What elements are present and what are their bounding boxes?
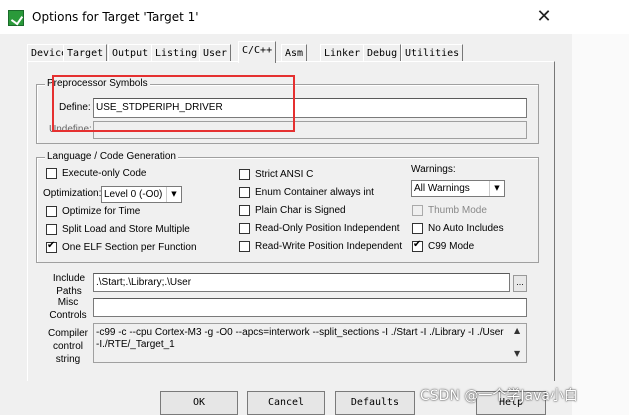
compiler-label-line3: string: [55, 354, 81, 365]
execute-only-checkbox[interactable]: Execute-only Code: [46, 168, 147, 179]
thumb-mode-label: Thumb Mode: [428, 205, 487, 216]
compiler-string-line2: -I./RTE/_Target_1: [96, 339, 175, 350]
misc-label-line1: Misc: [57, 297, 79, 308]
defaults-button[interactable]: Defaults: [335, 391, 415, 415]
enum-container-checkbox[interactable]: Enum Container always int: [239, 187, 374, 198]
execute-only-label: Execute-only Code: [62, 168, 147, 179]
warnings-value: All Warnings: [414, 183, 470, 194]
optimization-value: Level 0 (-O0): [104, 189, 163, 200]
split-load-checkbox[interactable]: Split Load and Store Multiple: [46, 224, 190, 235]
checkbox-box: [46, 224, 57, 235]
checkbox-box: [239, 205, 250, 216]
checkbox-box: [46, 168, 57, 179]
plain-char-checkbox[interactable]: Plain Char is Signed: [239, 205, 346, 216]
tab-user[interactable]: User: [199, 44, 232, 62]
include-paths-input[interactable]: .\Start;.\Library;.\User: [93, 273, 510, 292]
tab-listing[interactable]: Listing: [151, 44, 202, 62]
keil-app-icon: [8, 10, 24, 26]
ro-pi-checkbox[interactable]: Read-Only Position Independent: [239, 223, 400, 234]
ro-pi-label: Read-Only Position Independent: [255, 223, 400, 234]
background-area: [572, 0, 629, 415]
compiler-label-line1: Compiler: [47, 328, 88, 339]
c99-mode-label: C99 Mode: [428, 241, 475, 252]
no-auto-includes-label: No Auto Includes: [428, 223, 504, 234]
checkbox-box: [239, 241, 250, 252]
no-auto-includes-checkbox[interactable]: No Auto Includes: [412, 223, 504, 234]
tab-utilities[interactable]: Utilities: [401, 44, 464, 62]
thumb-mode-checkbox[interactable]: Thumb Mode: [412, 205, 487, 216]
include-label-line1: Include: [52, 273, 86, 284]
optimization-select[interactable]: Level 0 (-O0) ▼: [101, 186, 182, 203]
rw-pi-label: Read-Write Position Independent: [255, 241, 403, 252]
checkbox-box: [239, 187, 250, 198]
dropdown-arrow-icon: ▼: [166, 187, 181, 202]
title-bar: Options for Target 'Target 1' ✕: [0, 0, 629, 34]
browse-include-button[interactable]: ...: [513, 275, 527, 292]
compiler-control-label: Compiler control string: [45, 327, 91, 366]
checkbox-box-checked: [46, 240, 57, 253]
misc-controls-input[interactable]: [93, 298, 527, 317]
optimize-time-label: Optimize for Time: [62, 206, 141, 217]
plain-char-label: Plain Char is Signed: [255, 205, 346, 216]
strict-ansi-checkbox[interactable]: Strict ANSI C: [239, 169, 313, 180]
checkbox-box: [239, 223, 250, 234]
warnings-select[interactable]: All Warnings ▼: [411, 180, 505, 197]
checkbox-box: [46, 206, 57, 217]
tab-debug[interactable]: Debug: [363, 44, 402, 62]
c99-mode-checkbox[interactable]: C99 Mode: [412, 239, 475, 252]
tab-output[interactable]: Output: [108, 44, 153, 62]
scroll-down-icon[interactable]: ▼: [514, 349, 520, 358]
split-load-label: Split Load and Store Multiple: [62, 224, 190, 235]
tab-linker[interactable]: Linker: [320, 44, 365, 62]
one-elf-checkbox[interactable]: One ELF Section per Function: [46, 240, 197, 253]
window-title: Options for Target 'Target 1': [32, 10, 199, 24]
misc-label-line2: Controls: [49, 310, 87, 321]
dropdown-arrow-icon: ▼: [489, 181, 504, 196]
compiler-control-string: -c99 -c --cpu Cortex-M3 -g -O0 --apcs=in…: [93, 323, 527, 363]
warnings-label: Warnings:: [411, 164, 456, 175]
cancel-button[interactable]: Cancel: [247, 391, 325, 415]
checkbox-box: [412, 223, 423, 234]
tab-target[interactable]: Target: [63, 44, 108, 62]
close-button[interactable]: ✕: [535, 8, 553, 26]
tab-asm[interactable]: Asm: [281, 44, 308, 62]
highlight-annotation: [52, 75, 295, 132]
include-paths-label: Include Paths: [51, 272, 87, 298]
checkbox-box: [412, 205, 423, 216]
compiler-label-line2: control: [52, 341, 83, 352]
compiler-string-line1: -c99 -c --cpu Cortex-M3 -g -O0 --apcs=in…: [96, 327, 504, 338]
enum-container-label: Enum Container always int: [255, 187, 374, 198]
ok-button[interactable]: OK: [160, 391, 238, 415]
checkbox-box: [239, 169, 250, 180]
rw-pi-checkbox[interactable]: Read-Write Position Independent: [239, 241, 402, 252]
misc-controls-label: Misc Controls: [48, 296, 88, 322]
scroll-up-icon[interactable]: ▲: [514, 326, 520, 335]
tab-cc[interactable]: C/C++: [238, 41, 277, 63]
checkbox-box-checked: [412, 239, 423, 252]
optimize-time-checkbox[interactable]: Optimize for Time: [46, 206, 140, 217]
csdn-watermark: CSDN @一个学Java小白: [420, 388, 578, 404]
language-group-title: Language / Code Generation: [45, 151, 178, 162]
strict-ansi-label: Strict ANSI C: [255, 169, 314, 180]
optimization-label: Optimization:: [43, 188, 102, 199]
one-elf-label: One ELF Section per Function: [62, 242, 197, 253]
